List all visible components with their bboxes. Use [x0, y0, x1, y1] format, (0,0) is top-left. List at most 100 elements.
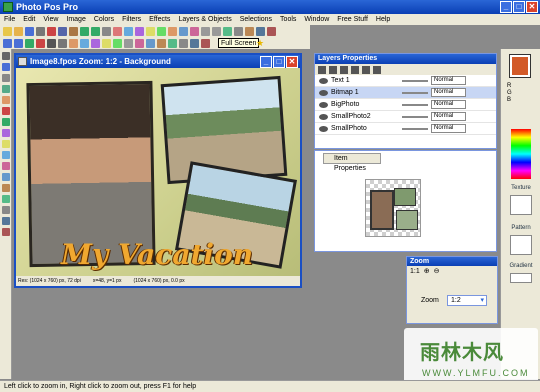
visibility-eye-icon[interactable] — [319, 77, 328, 84]
settings-icon[interactable] — [256, 26, 265, 36]
flip-horizontal-icon[interactable] — [3, 38, 12, 48]
new-file-icon[interactable] — [3, 26, 12, 36]
copy-icon[interactable] — [58, 26, 67, 36]
opacity-slider[interactable] — [402, 91, 428, 94]
undo-icon[interactable] — [80, 26, 89, 36]
zoom-out-icon[interactable] — [212, 26, 221, 36]
blend-mode-select[interactable]: Normal — [431, 88, 466, 97]
invert-icon[interactable] — [146, 38, 155, 48]
gradient-swatch[interactable] — [510, 273, 532, 283]
lasso-tool-icon[interactable] — [2, 85, 10, 93]
image-canvas[interactable]: My Vacation — [16, 68, 300, 276]
brightness-icon[interactable] — [146, 26, 155, 36]
cut-icon[interactable] — [47, 26, 56, 36]
star-icon[interactable]: ★ — [256, 38, 264, 49]
visibility-eye-icon[interactable] — [319, 101, 328, 108]
layer-row[interactable]: Text 1 Normal — [315, 75, 496, 87]
script-icon[interactable] — [201, 38, 210, 48]
vacation-title-text[interactable]: My Vacation — [61, 238, 253, 271]
sepia-icon[interactable] — [135, 38, 144, 48]
foreground-color-swatch[interactable] — [509, 54, 531, 78]
item-properties-tab[interactable]: Item Properties — [323, 153, 381, 172]
delete-layer-icon[interactable] — [329, 65, 337, 74]
red-eye-icon[interactable] — [36, 38, 45, 48]
blend-mode-select[interactable]: Normal — [431, 112, 466, 121]
layer-row[interactable]: Bitmap 1 Normal — [315, 87, 496, 99]
zoom-in-icon[interactable]: ⊕ — [424, 266, 430, 277]
fill-tool-icon[interactable] — [2, 140, 10, 148]
pencil-tool-icon[interactable] — [2, 118, 10, 126]
menu-image[interactable]: Image — [66, 14, 85, 25]
sharpen-icon[interactable] — [47, 38, 56, 48]
maximize-button[interactable]: □ — [513, 1, 525, 13]
menu-colors[interactable]: Colors — [94, 14, 114, 25]
visibility-eye-icon[interactable] — [319, 113, 328, 120]
new-layer-icon[interactable] — [318, 65, 326, 74]
print-icon[interactable] — [36, 26, 45, 36]
image-close-button[interactable]: ✕ — [286, 56, 298, 68]
menu-selections[interactable]: Selections — [240, 14, 272, 25]
text-tool-icon[interactable] — [2, 162, 10, 170]
open-icon[interactable] — [14, 26, 23, 36]
opacity-slider[interactable] — [402, 115, 428, 118]
fit-icon[interactable] — [223, 26, 232, 36]
crop-icon[interactable] — [113, 26, 122, 36]
menu-filters[interactable]: Filters — [122, 14, 141, 25]
magic-wand-tool-icon[interactable] — [2, 96, 10, 104]
blend-mode-select[interactable]: Normal — [431, 124, 466, 133]
close-button[interactable]: ✕ — [526, 1, 538, 13]
blend-mode-select[interactable]: Normal — [431, 100, 466, 109]
menu-file[interactable]: File — [4, 14, 15, 25]
zoom-out-icon[interactable]: ⊖ — [434, 266, 440, 277]
resize-icon[interactable] — [124, 26, 133, 36]
saturation-icon[interactable] — [113, 38, 122, 48]
brush-tool-icon[interactable] — [2, 107, 10, 115]
marquee-tool-icon[interactable] — [2, 74, 10, 82]
redo-icon[interactable] — [91, 26, 100, 36]
tools-icon[interactable] — [245, 26, 254, 36]
paste-icon[interactable] — [69, 26, 78, 36]
eyedropper-tool-icon[interactable] — [2, 206, 10, 214]
color-balance-icon[interactable] — [69, 38, 78, 48]
texture-swatch[interactable] — [510, 195, 532, 215]
menu-layers-objects[interactable]: Layers & Objects — [178, 14, 231, 25]
text-icon[interactable] — [190, 26, 199, 36]
menu-help[interactable]: Help — [376, 14, 390, 25]
shadow-icon[interactable] — [168, 38, 177, 48]
blur-icon[interactable] — [58, 38, 67, 48]
color-spectrum[interactable] — [511, 129, 531, 179]
hue-icon[interactable] — [102, 38, 111, 48]
layer-row[interactable]: SmallPhoto Normal — [315, 123, 496, 135]
hand-tool-icon[interactable] — [2, 228, 10, 236]
layer-properties-icon[interactable] — [351, 65, 359, 74]
canvas-icon[interactable] — [190, 38, 199, 48]
full-screen-icon[interactable] — [234, 26, 243, 36]
move-layer-up-icon[interactable] — [362, 65, 370, 74]
save-icon[interactable] — [25, 26, 34, 36]
smudge-tool-icon[interactable] — [2, 195, 10, 203]
menu-free-stuff[interactable]: Free Stuff — [337, 14, 368, 25]
frame-icon[interactable] — [157, 38, 166, 48]
zoom-tool-icon[interactable] — [2, 217, 10, 225]
help-icon[interactable] — [267, 26, 276, 36]
eraser-tool-icon[interactable] — [2, 129, 10, 137]
image-minimize-button[interactable]: _ — [260, 56, 272, 68]
menu-edit[interactable]: Edit — [23, 14, 35, 25]
blend-mode-select[interactable]: Normal — [431, 76, 466, 85]
shape-tool-icon[interactable] — [2, 173, 10, 181]
zoom-actual-size[interactable]: 1:1 — [410, 266, 420, 277]
move-tool-icon[interactable] — [2, 63, 10, 71]
gradient-tool-icon[interactable] — [2, 151, 10, 159]
image-maximize-button[interactable]: □ — [273, 56, 285, 68]
move-icon[interactable] — [25, 38, 34, 48]
layer-row[interactable]: BigPhoto Normal — [315, 99, 496, 111]
opacity-slider[interactable] — [402, 79, 428, 82]
opacity-slider[interactable] — [402, 127, 428, 130]
pattern-swatch[interactable] — [510, 235, 532, 255]
opacity-slider[interactable] — [402, 103, 428, 106]
clone-tool-icon[interactable] — [2, 184, 10, 192]
effects-icon[interactable] — [168, 26, 177, 36]
layers-icon[interactable] — [179, 26, 188, 36]
levels-icon[interactable] — [80, 38, 89, 48]
menu-window[interactable]: Window — [304, 14, 329, 25]
